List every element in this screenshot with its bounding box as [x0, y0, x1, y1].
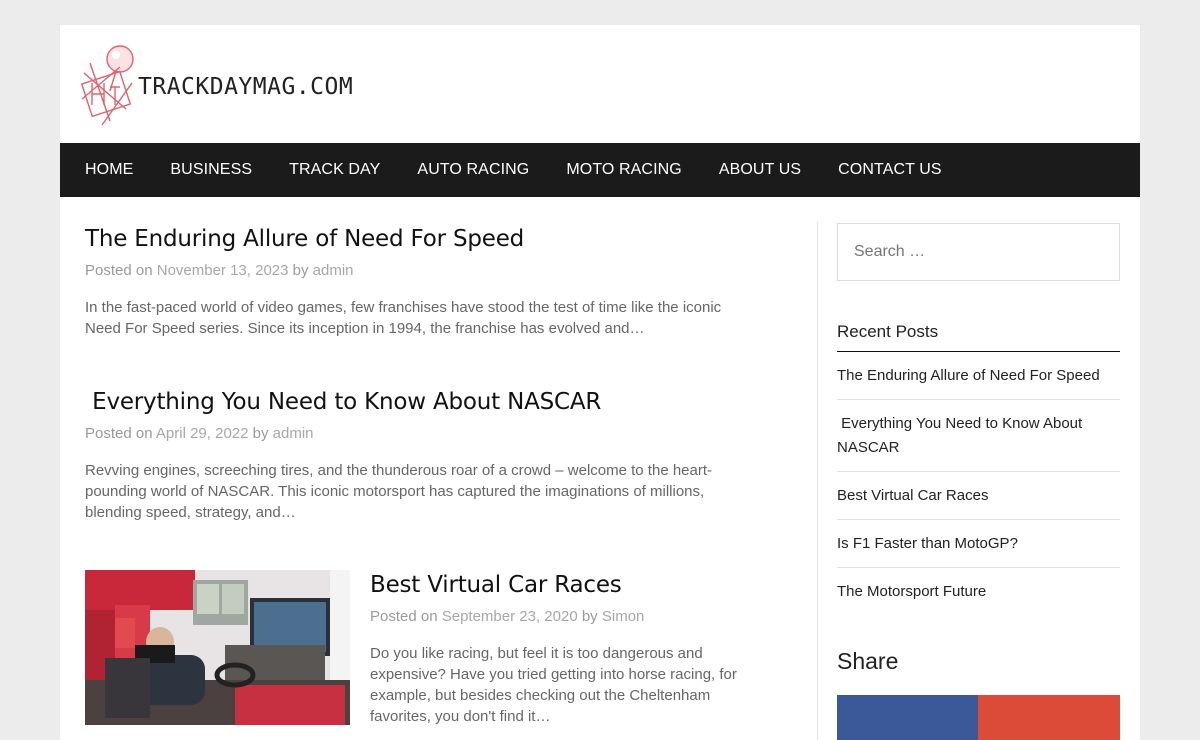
posted-on-label: Posted on	[85, 262, 153, 279]
share-buttons	[837, 695, 1120, 740]
post-title-link[interactable]: Everything You Need to Know About NASCAR	[85, 387, 745, 417]
by-label: by	[581, 608, 598, 625]
list-item: Best Virtual Car Races	[837, 472, 1120, 520]
nav-moto-racing[interactable]: MOTO RACING	[566, 161, 681, 179]
recent-post-link[interactable]: Everything You Need to Know About NASCAR	[837, 415, 1086, 456]
recent-posts-list: The Enduring Allure of Need For Speed Ev…	[837, 352, 1120, 615]
recent-post-link[interactable]: The Motorsport Future	[837, 583, 986, 600]
post-title-link[interactable]: Best Virtual Car Races	[370, 570, 750, 600]
post-date-link[interactable]: November 13, 2023	[157, 262, 289, 279]
post-excerpt: Revving engines, screeching tires, and t…	[85, 462, 713, 521]
post-excerpt: In the fast-paced world of video games, …	[85, 299, 722, 337]
list-item: Is F1 Faster than MotoGP?	[837, 520, 1120, 568]
google-plus-share-button[interactable]	[978, 695, 1120, 740]
content-divider	[817, 222, 818, 740]
list-item: Everything You Need to Know About NASCAR	[837, 400, 1120, 472]
page-container: TRACKDAYMAG.COM HOME BUSINESS TRACK DAY …	[60, 25, 1140, 740]
post-thumbnail-image[interactable]	[85, 570, 350, 725]
recent-post-link[interactable]: Is F1 Faster than MotoGP?	[837, 535, 1018, 552]
share-title: Share	[837, 648, 899, 674]
by-label: by	[292, 262, 309, 279]
nav-business[interactable]: BUSINESS	[170, 161, 252, 179]
nav-home[interactable]: HOME	[85, 161, 133, 179]
post-meta: Posted on April 29, 2022 by admin	[85, 425, 745, 442]
posted-on-label: Posted on	[85, 425, 153, 442]
post-author-link[interactable]: admin	[273, 425, 314, 442]
nav-about-us[interactable]: ABOUT US	[719, 161, 801, 179]
sidebar: Recent Posts The Enduring Allure of Need…	[837, 223, 1120, 740]
post-author-link[interactable]: Simon	[602, 608, 645, 625]
gear-shifter-logo-icon	[80, 45, 134, 126]
recent-post-link[interactable]: The Enduring Allure of Need For Speed	[837, 367, 1100, 384]
post-excerpt: Do you like racing, but feel it is too d…	[370, 645, 737, 725]
nav-track-day[interactable]: TRACK DAY	[289, 161, 380, 179]
facebook-share-button[interactable]	[837, 695, 978, 740]
by-label: by	[252, 425, 269, 442]
search-input[interactable]	[837, 223, 1120, 281]
post-date-link[interactable]: September 23, 2020	[442, 608, 578, 625]
nav-auto-racing[interactable]: AUTO RACING	[417, 161, 529, 179]
post-author-link[interactable]: admin	[313, 262, 354, 279]
list-item: The Enduring Allure of Need For Speed	[837, 352, 1120, 400]
main-navigation: HOME BUSINESS TRACK DAY AUTO RACING MOTO…	[60, 143, 1140, 197]
recent-post-link[interactable]: Best Virtual Car Races	[837, 487, 988, 504]
post-article: The Enduring Allure of Need For Speed Po…	[85, 224, 745, 339]
post-title-link[interactable]: The Enduring Allure of Need For Speed	[85, 224, 745, 254]
nav-contact-us[interactable]: CONTACT US	[838, 161, 942, 179]
post-meta: Posted on November 13, 2023 by admin	[85, 262, 745, 279]
site-logo[interactable]: TRACKDAYMAG.COM	[80, 43, 353, 127]
posted-on-label: Posted on	[370, 608, 438, 625]
list-item: The Motorsport Future	[837, 568, 1120, 615]
post-date-link[interactable]: April 29, 2022	[156, 425, 249, 442]
recent-posts-title: Recent Posts	[837, 322, 1120, 352]
post-article: Everything You Need to Know About NASCAR…	[85, 387, 745, 523]
post-meta: Posted on September 23, 2020 by Simon	[370, 608, 750, 625]
site-header: TRACKDAYMAG.COM	[60, 25, 1140, 143]
post-text: Best Virtual Car Races Posted on Septemb…	[370, 570, 750, 727]
site-title[interactable]: TRACKDAYMAG.COM	[138, 74, 353, 100]
